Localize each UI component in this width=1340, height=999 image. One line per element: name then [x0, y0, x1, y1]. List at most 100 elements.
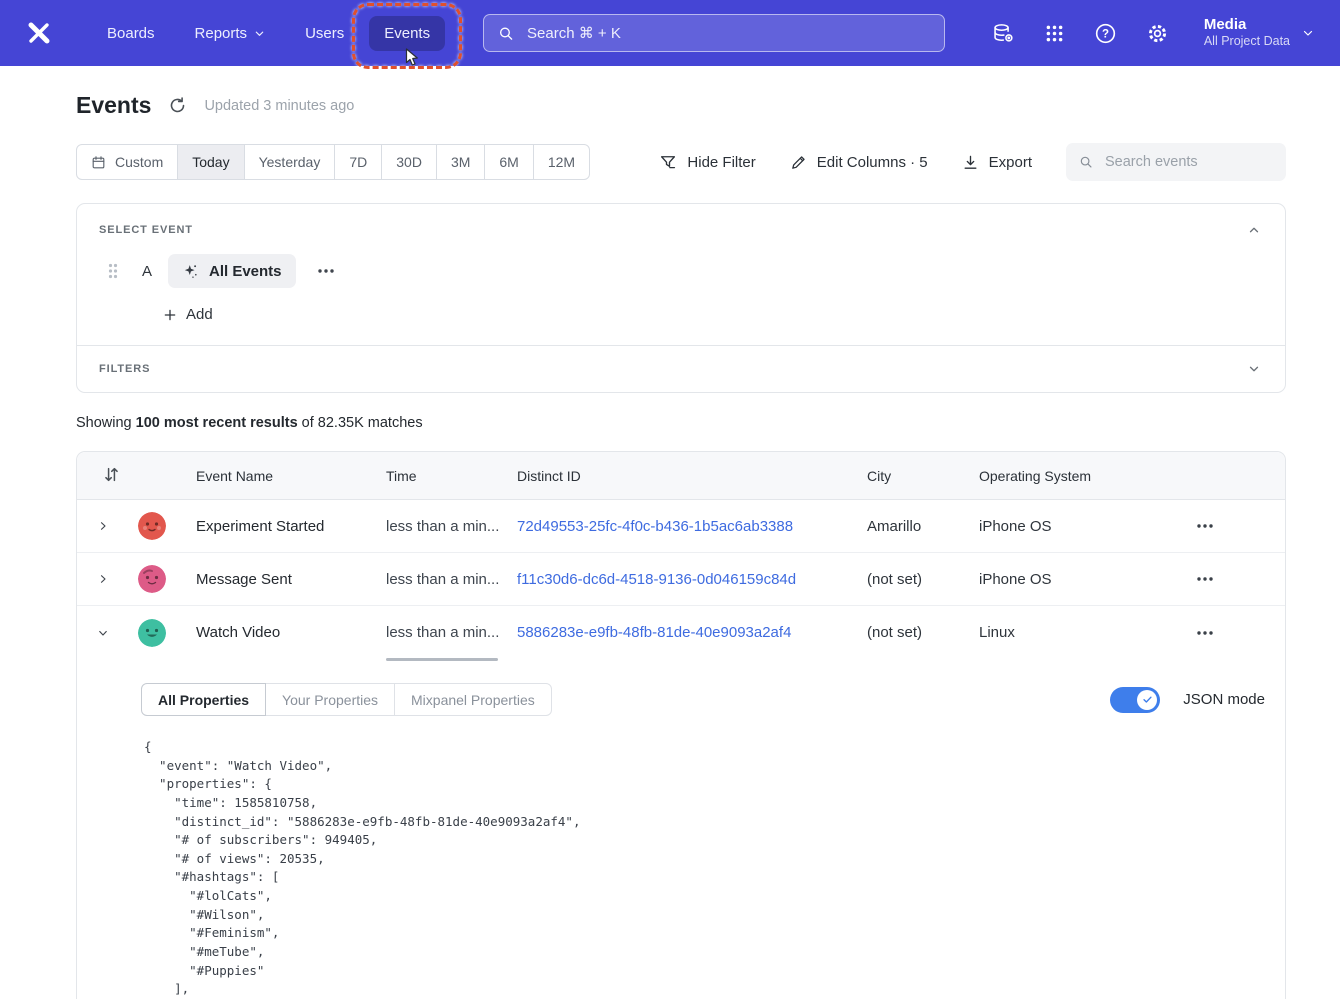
json-mode-toggle[interactable]: [1110, 687, 1160, 713]
filters-section[interactable]: FILTERS: [77, 345, 1285, 392]
chevron-down-icon: [254, 28, 265, 39]
event-row-letter: A: [132, 263, 162, 280]
event-detail-panel: All Properties Your Properties Mixpanel …: [77, 659, 1285, 999]
top-navbar: Boards Reports Users Events: [0, 0, 1340, 66]
calendar-icon: [91, 155, 106, 170]
data-management-button[interactable]: [992, 22, 1015, 45]
results-count: 100 most recent results: [136, 415, 298, 431]
refresh-icon: [168, 96, 187, 115]
tab-mixpanel-properties-label: Mixpanel Properties: [411, 692, 535, 708]
nav-item-events[interactable]: Events: [369, 16, 445, 51]
row-menu-button[interactable]: [1191, 571, 1219, 587]
tab-all-properties[interactable]: All Properties: [141, 683, 266, 716]
main-content: Events Updated 3 minutes ago Custom Toda…: [0, 66, 1340, 999]
select-event-title: SELECT EVENT: [99, 224, 193, 236]
drag-handle[interactable]: [108, 263, 118, 279]
cell-event-name: Message Sent: [196, 571, 386, 588]
chevron-right-icon: [97, 573, 109, 585]
collapse-section-button[interactable]: [1245, 221, 1263, 239]
date-button-custom[interactable]: Custom: [76, 144, 178, 180]
cell-city: (not set): [867, 571, 979, 588]
refresh-button[interactable]: [168, 96, 187, 115]
settings-button[interactable]: [1146, 22, 1169, 45]
date-button-12m-label: 12M: [548, 154, 575, 170]
collapse-row-button[interactable]: [94, 624, 112, 642]
nav-item-reports-label: Reports: [195, 25, 248, 42]
export-button[interactable]: Export: [962, 154, 1032, 171]
selected-event-name: All Events: [209, 263, 282, 280]
event-avatar: [138, 512, 166, 540]
page-title: Events: [76, 92, 151, 119]
pencil-icon: [790, 154, 807, 171]
hide-filter-button[interactable]: Hide Filter: [659, 153, 755, 171]
row-menu-button[interactable]: [1191, 625, 1219, 641]
grid-icon: [1044, 23, 1065, 44]
nav-item-boards[interactable]: Boards: [92, 16, 170, 51]
expand-row-button[interactable]: [94, 517, 112, 535]
event-row-menu-button[interactable]: [314, 265, 338, 277]
global-search[interactable]: [483, 14, 945, 52]
chevron-down-icon: [97, 627, 109, 639]
column-header-time[interactable]: Time: [386, 468, 517, 484]
hide-filter-label: Hide Filter: [687, 154, 755, 171]
sort-button[interactable]: [104, 466, 119, 483]
expand-filters-button[interactable]: [1245, 360, 1263, 378]
table-horizontal-scrollbar[interactable]: [386, 658, 498, 661]
table-row-expanded[interactable]: Watch Video less than a min... 5886283e-…: [77, 606, 1285, 659]
add-event-label: Add: [186, 306, 213, 323]
toolbar: Custom Today Yesterday 7D 30D 3M 6M 12M: [76, 143, 1286, 181]
edit-columns-button[interactable]: Edit Columns · 5: [790, 154, 928, 171]
column-header-city[interactable]: City: [867, 468, 979, 484]
tab-your-properties[interactable]: Your Properties: [265, 683, 395, 716]
event-query-row: A All Events: [99, 254, 1263, 288]
tab-your-properties-label: Your Properties: [282, 692, 378, 708]
mixpanel-logo-icon: [26, 20, 52, 46]
cell-distinct-id[interactable]: f11c30d6-dc6d-4518-9136-0d046159c84d: [517, 571, 867, 588]
ellipsis-icon: [1197, 577, 1213, 581]
apps-grid-button[interactable]: [1044, 23, 1065, 44]
table-row[interactable]: Message Sent less than a min... f11c30d6…: [77, 553, 1285, 606]
row-menu-button[interactable]: [1191, 518, 1219, 534]
results-prefix: Showing: [76, 415, 136, 431]
check-icon: [1142, 694, 1153, 705]
date-button-12m[interactable]: 12M: [533, 144, 590, 180]
tab-mixpanel-properties[interactable]: Mixpanel Properties: [394, 683, 552, 716]
mixpanel-logo[interactable]: [26, 20, 52, 46]
date-button-today[interactable]: Today: [177, 144, 244, 180]
nav-item-reports[interactable]: Reports: [180, 16, 281, 51]
help-button[interactable]: ?: [1094, 22, 1117, 45]
add-event-button[interactable]: Add: [163, 306, 213, 323]
cell-event-name: Watch Video: [196, 624, 386, 641]
project-info: Media All Project Data: [1204, 16, 1290, 50]
nav-item-users[interactable]: Users: [290, 16, 359, 51]
nav-item-users-label: Users: [305, 25, 344, 42]
table-row[interactable]: Experiment Started less than a min... 72…: [77, 500, 1285, 553]
tab-all-properties-label: All Properties: [158, 692, 249, 708]
column-header-os[interactable]: Operating System: [979, 468, 1177, 484]
date-button-6m-label: 6M: [499, 154, 518, 170]
project-switcher[interactable]: Media All Project Data: [1204, 16, 1314, 50]
expand-row-button[interactable]: [94, 570, 112, 588]
cell-distinct-id[interactable]: 5886283e-e9fb-48fb-81de-40e9093a2af4: [517, 624, 867, 641]
cell-os: iPhone OS: [979, 518, 1177, 535]
download-icon: [962, 154, 979, 171]
date-button-3m[interactable]: 3M: [436, 144, 485, 180]
date-button-7d[interactable]: 7D: [334, 144, 382, 180]
events-search[interactable]: [1066, 143, 1286, 181]
chevron-up-icon: [1247, 223, 1261, 237]
cell-time: less than a min...: [386, 518, 517, 535]
date-button-30d[interactable]: 30D: [381, 144, 437, 180]
cell-time: less than a min...: [386, 624, 517, 641]
date-button-today-label: Today: [192, 154, 229, 170]
event-selector-button[interactable]: All Events: [168, 254, 296, 288]
project-name: Media: [1204, 16, 1290, 34]
date-button-30d-label: 30D: [396, 154, 422, 170]
cell-distinct-id[interactable]: 72d49553-25fc-4f0c-b436-1b5ac6ab3388: [517, 518, 867, 535]
global-search-input[interactable]: [525, 24, 930, 43]
events-search-input[interactable]: [1103, 153, 1273, 171]
date-button-6m[interactable]: 6M: [484, 144, 533, 180]
svg-text:?: ?: [1102, 28, 1109, 40]
column-header-event-name[interactable]: Event Name: [196, 468, 386, 484]
column-header-distinct-id[interactable]: Distinct ID: [517, 468, 867, 484]
date-button-yesterday[interactable]: Yesterday: [244, 144, 336, 180]
